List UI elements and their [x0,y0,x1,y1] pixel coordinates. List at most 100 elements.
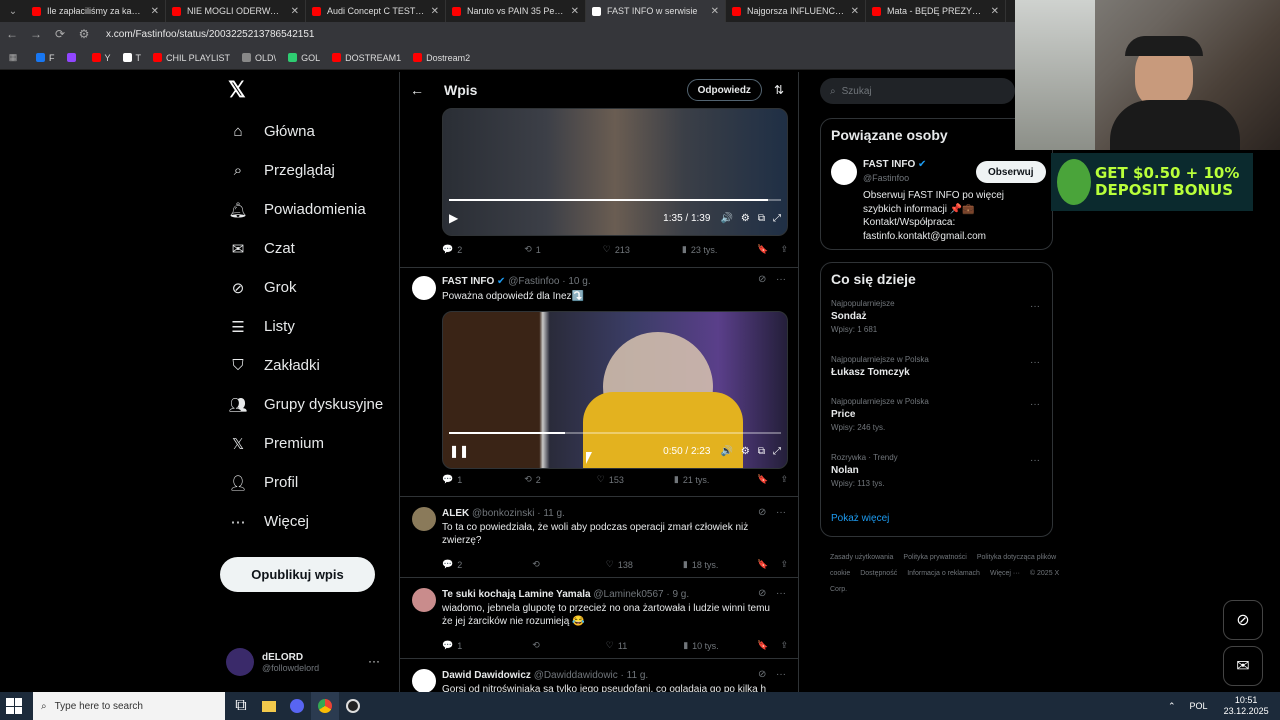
chrome-icon[interactable] [311,692,339,720]
trend-item[interactable]: Najpopularniejsze w Polska Price Wpisy: 24… [821,393,1052,449]
bookmark-item[interactable]: Dostream2 [413,53,470,63]
back-arrow-icon[interactable]: ← [410,82,424,98]
bookmark-item[interactable]: DOSTREAM1 [332,53,401,63]
close-tab-icon[interactable]: ✕ [571,6,579,17]
tweet-age[interactable]: 9 g. [672,589,689,600]
close-tab-icon[interactable]: ✕ [431,6,439,17]
share-icon[interactable]: ⇪ [780,244,788,255]
author-handle[interactable]: @bonkozinski [472,508,534,519]
settings-icon[interactable]: ⚙ [741,446,750,457]
grok-fab-icon[interactable]: ⊘ [1223,600,1263,640]
fullscreen-icon[interactable]: ⤢ [773,446,781,457]
tweet[interactable]: Te suki kochają Lamine Yamala @Laminek05… [400,578,798,659]
related-handle[interactable]: @Fastinfoo [863,173,909,183]
views-action[interactable]: ▮ 23 tys. [682,244,717,255]
related-name-row[interactable]: FAST INFO ✔ [863,159,926,170]
volume-icon[interactable]: 🔊 [720,213,732,224]
play-icon[interactable]: ▶ [449,211,458,225]
grok-icon[interactable]: ⊘ [758,669,766,680]
browser-tab[interactable]: Audi Concept C TEST Nov ✕ [306,0,446,22]
sidebar-item[interactable]: ⋯ Więcej [220,502,400,541]
trend-item[interactable]: Najpopularniejsze Sondaż Wpisy: 1 681 ··· [821,295,1052,351]
more-icon[interactable]: ··· [368,654,380,668]
video-player[interactable]: ▶ 1:35 / 1:39 🔊 ⚙ ⧉ ⤢ [442,108,788,236]
bookmark-item[interactable]: GOL [288,53,320,63]
obs-icon[interactable] [339,692,367,720]
start-icon[interactable] [6,698,22,714]
x-logo-icon[interactable]: 𝕏 [228,78,252,102]
sidebar-item[interactable]: ⊘ Grok [220,268,400,307]
tab-list-icon[interactable]: ⌄ [0,0,26,22]
pause-icon[interactable]: ❚❚ [449,444,469,458]
close-tab-icon[interactable]: ✕ [291,6,299,17]
footer-link[interactable]: Więcej ··· [990,570,1020,577]
grok-icon[interactable]: ⊘ [758,507,766,518]
avatar[interactable] [412,669,436,692]
reply-action[interactable]: 💬 2 [442,244,462,255]
like-action[interactable]: ♡ 153 [597,474,624,485]
browser-tab[interactable]: Ile zapłaciliśmy za kawale ✕ [26,0,166,22]
author-name[interactable]: FAST INFO [442,276,494,287]
tweet-age[interactable]: 11 g. [627,670,649,681]
site-info-icon[interactable]: ⚙ [72,27,96,41]
tray-chevron-icon[interactable]: ⌃ [1168,701,1176,712]
avatar[interactable] [831,159,857,185]
author-name[interactable]: ALEK [442,508,469,519]
back-icon[interactable]: ← [0,27,24,41]
author-name[interactable]: Dawid Dawidowicz [442,670,531,681]
bookmark-item[interactable]: T [122,53,141,63]
more-icon[interactable]: ··· [1030,455,1040,466]
sliders-icon[interactable]: ⇅ [774,83,784,97]
trend-item[interactable]: Najpopularniejsze w Polska Łukasz Tomczyk… [821,351,1052,393]
views-action[interactable]: ▮ 10 tys. [683,640,718,651]
like-action[interactable]: ♡ 11 [606,640,627,651]
pip-icon[interactable]: ⧉ [758,446,765,457]
author-name[interactable]: Te suki kochają Lamine Yamala [442,589,591,600]
tweet[interactable]: ALEK @bonkozinski · 11 g. ⊘ ··· To ta co… [400,497,798,578]
author-handle[interactable]: @Dawiddawidowic [534,670,618,681]
more-icon[interactable]: ··· [776,507,786,518]
tweet-age[interactable]: 11 g. [543,508,565,519]
bookmark-item[interactable]: Y [91,53,111,63]
browser-tab[interactable]: Mata - BĘDĘ PREZYDENT ✕ [866,0,1006,22]
pip-icon[interactable]: ⧉ [758,213,765,224]
bookmark-item[interactable]: CHIL PLAYLIST [153,53,230,63]
file-explorer-icon[interactable] [255,692,283,720]
discord-icon[interactable] [283,692,311,720]
browser-tab[interactable]: Naruto vs PAIN 35 People ✕ [446,0,586,22]
browser-tab[interactable]: FAST INFO w serwisie ✕ [586,0,726,22]
sidebar-item[interactable]: ☰ Listy [220,307,400,346]
forward-icon[interactable]: → [24,27,48,41]
tweet-age[interactable]: 10 g. [568,276,590,287]
close-tab-icon[interactable]: ✕ [151,6,159,17]
account-switcher[interactable]: dELORD @followdelord ··· [226,642,396,682]
close-tab-icon[interactable]: ✕ [851,6,859,17]
footer-link[interactable]: Informacja o reklamach [907,570,980,577]
retweet-action[interactable]: ⟲ [532,559,540,570]
sidebar-item[interactable]: ⛉ Zakładki [220,346,400,385]
bookmark-icon[interactable]: 🔖 [757,640,768,651]
retweet-action[interactable]: ⟲ 2 [524,474,541,485]
sidebar-item[interactable]: 👥︎ Grupy dyskusyjne [220,385,400,424]
more-icon[interactable]: ··· [1030,301,1040,312]
avatar[interactable] [412,588,436,612]
messages-fab-icon[interactable]: ✉ [1223,646,1263,686]
apps-icon[interactable]: ▦ [0,52,26,63]
ad-banner[interactable]: GET $0.50 + 10% DEPOSIT BONUS [1051,153,1253,211]
bookmark-icon[interactable]: 🔖 [757,244,768,255]
clock[interactable]: 10:51 23.12.2025 [1224,695,1269,717]
bookmark-item[interactable]: F [36,53,55,63]
sidebar-item[interactable]: 𝕏 Premium [220,424,400,463]
language-indicator[interactable]: POL [1190,701,1208,711]
more-icon[interactable]: ··· [776,669,786,680]
close-tab-icon[interactable]: ✕ [991,6,999,17]
share-icon[interactable]: ⇪ [780,640,788,651]
footer-link[interactable]: Zasady użytkowania [830,554,893,561]
fullscreen-icon[interactable]: ⤢ [773,213,781,224]
more-icon[interactable]: ··· [776,274,786,285]
views-action[interactable]: ▮ 18 tys. [683,559,718,570]
reload-icon[interactable]: ⟳ [48,27,72,41]
sidebar-item[interactable]: 🔔︎ Powiadomienia [220,190,400,229]
sidebar-item[interactable]: ✉ Czat [220,229,400,268]
bookmark-item[interactable] [66,53,80,63]
